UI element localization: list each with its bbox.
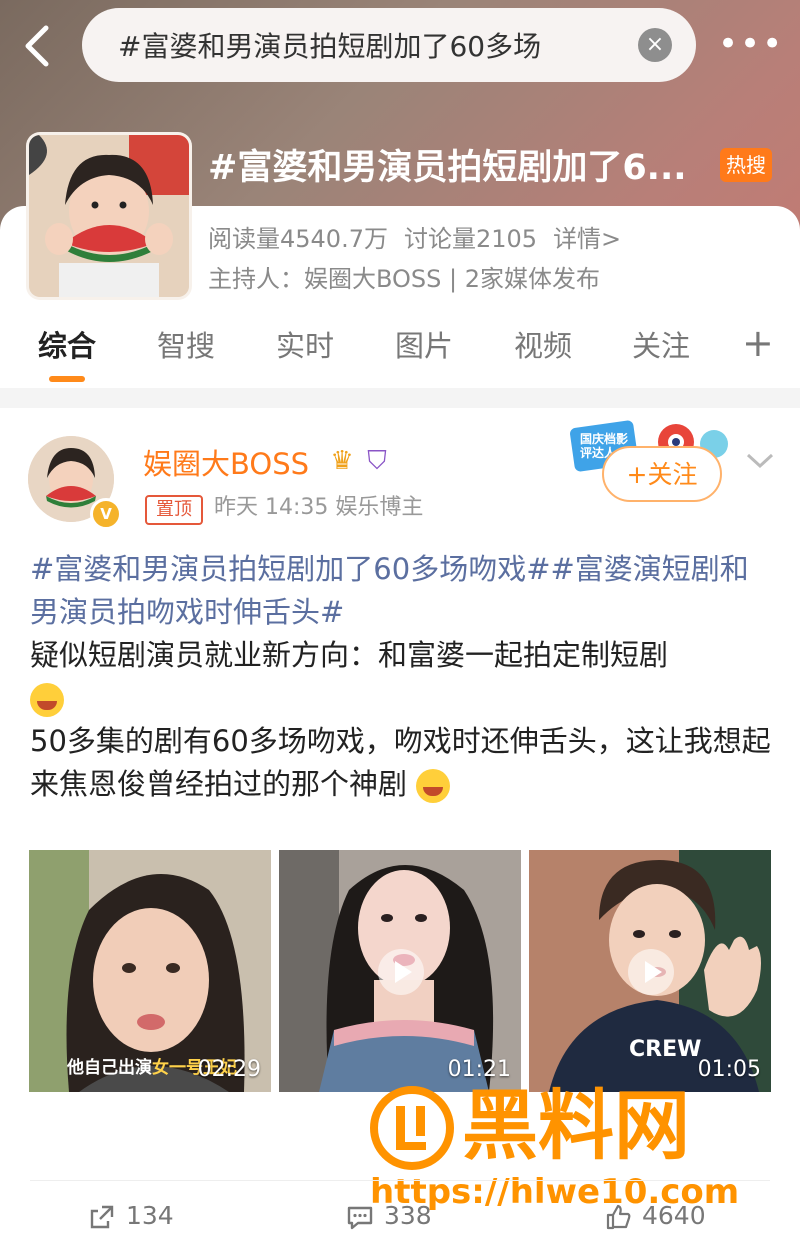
tab-comprehensive[interactable]: 综合 [38, 326, 96, 366]
read-count: 阅读量4540.7万 [208, 225, 388, 253]
play-icon[interactable] [628, 949, 674, 995]
add-tab-icon[interactable]: + [742, 318, 774, 368]
post-text-line2: 50多集的剧有60多场吻戏，吻戏时还伸舌头，这让我想起来焦恩俊曾经拍过的那个神剧 [30, 724, 771, 801]
watermark-logo-icon [370, 1086, 454, 1170]
tab-following[interactable]: 关注 [632, 326, 690, 366]
pinned-badge: 置顶 [145, 495, 203, 525]
video-duration: 01:05 [697, 1057, 761, 1082]
search-bar[interactable]: × [82, 8, 696, 82]
video-thumbnail-1[interactable]: 他自己出演女一号王妃 02:29 [29, 850, 271, 1092]
follow-button[interactable]: +关注 [602, 446, 722, 502]
comment-icon [347, 1206, 373, 1230]
post-hashtags[interactable]: #富婆和男演员拍短剧加了60多场吻戏##富婆演短剧和男演员拍吻戏时伸舌头# [30, 552, 749, 629]
shirt-text: CREW [629, 1037, 701, 1062]
tab-smart-search[interactable]: 智搜 [157, 326, 215, 366]
tab-images[interactable]: 图片 [395, 326, 453, 366]
like-count: 4640 [642, 1201, 706, 1230]
share-button[interactable]: 134 [88, 1196, 174, 1236]
clear-search-icon[interactable]: × [638, 28, 672, 62]
details-link[interactable]: 详情> [553, 225, 621, 253]
shield-badge-icon: ⛉ [367, 446, 387, 476]
thumbs-up-icon [606, 1204, 631, 1230]
share-count: 134 [126, 1201, 174, 1230]
post-text-line1: 疑似短剧演员就业新方向：和富婆一起拍定制短剧 [30, 638, 669, 672]
verified-badge-icon: V [90, 498, 122, 530]
chevron-down-icon[interactable] [744, 444, 776, 476]
topic-title: #富婆和男演员拍短剧加了6... [208, 148, 687, 188]
video-duration: 01:21 [447, 1057, 511, 1082]
discussion-count: 讨论量2105 [403, 225, 538, 253]
play-icon[interactable] [378, 949, 424, 995]
action-divider [30, 1180, 770, 1181]
video-thumbnail-3[interactable]: CREW 01:05 [529, 850, 771, 1092]
active-tab-indicator [49, 376, 85, 382]
post-content: #富婆和男演员拍短剧加了60多场吻戏##富婆演短剧和男演员拍吻戏时伸舌头# 疑似… [30, 548, 774, 806]
comment-count: 338 [384, 1201, 432, 1230]
video-thumbnail-2[interactable]: 01:21 [279, 850, 521, 1092]
crying-laughing-emoji-icon [30, 683, 64, 717]
more-options-icon[interactable]: ••• [718, 24, 782, 64]
author-name[interactable]: 娱圈大BOSS [143, 444, 309, 484]
search-tabs: 综合 智搜 实时 图片 视频 关注 [0, 318, 800, 388]
crown-icon: ♛ [330, 446, 354, 476]
tab-videos[interactable]: 视频 [514, 326, 572, 366]
watermark-text: 黑料网 [462, 1081, 690, 1170]
post-meta: 昨天 14:35 娱乐博主 [214, 495, 424, 520]
share-icon [90, 1205, 114, 1229]
hot-search-badge: 热搜 [720, 148, 772, 182]
back-arrow-icon[interactable] [18, 22, 58, 70]
topic-host[interactable]: 主持人：娱圈大BOSS | 2家媒体发布 [208, 262, 600, 296]
topic-cover-image [26, 132, 192, 300]
search-input[interactable] [116, 27, 626, 63]
like-button[interactable]: 4640 [604, 1196, 706, 1236]
video-duration: 02:29 [197, 1057, 261, 1082]
laughing-emoji-icon [416, 769, 451, 803]
topic-stats: 阅读量4540.7万 讨论量2105 详情> [208, 222, 637, 256]
comment-button[interactable]: 338 [346, 1196, 432, 1236]
tab-realtime[interactable]: 实时 [276, 326, 334, 366]
